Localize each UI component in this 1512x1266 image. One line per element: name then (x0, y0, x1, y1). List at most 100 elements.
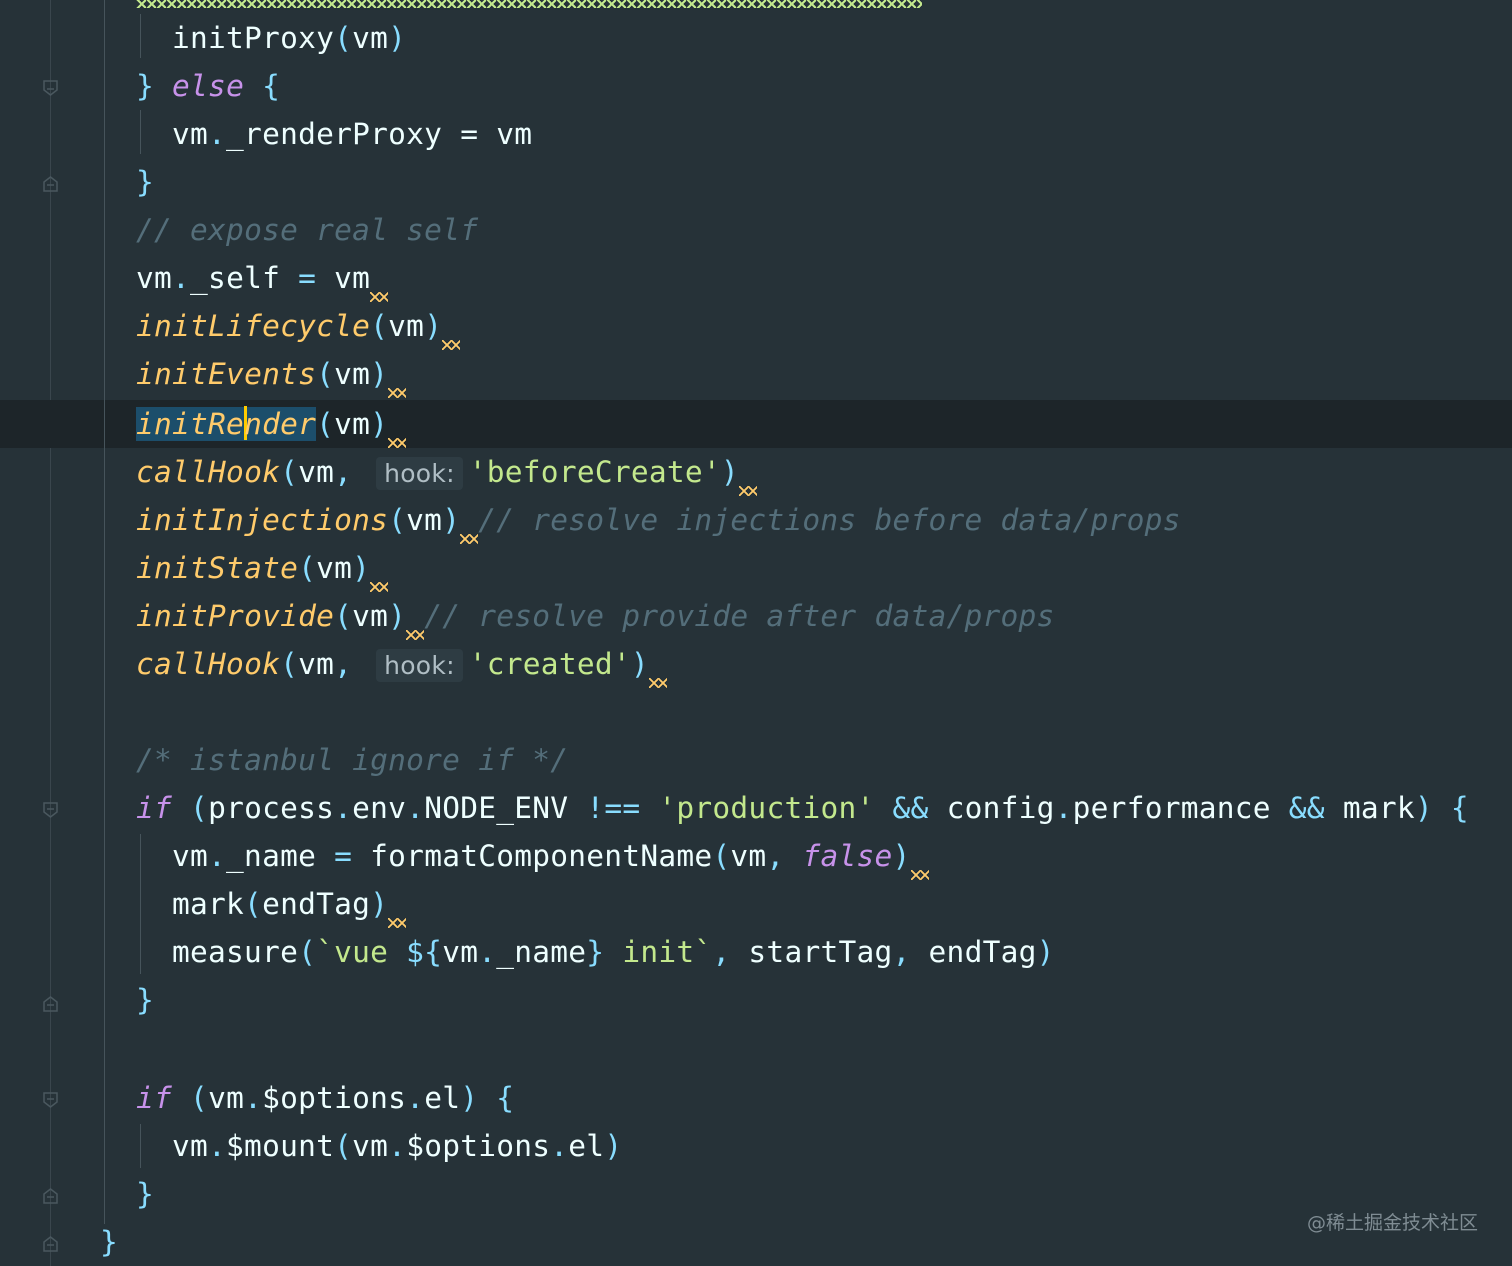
code-token: performance (1072, 791, 1271, 825)
code-token: { (1450, 791, 1469, 825)
code-token: ) (1414, 791, 1433, 825)
code-token: . (550, 1129, 569, 1163)
parameter-hint: hook: (376, 457, 463, 490)
code-token: ( (370, 309, 389, 343)
fold-close-icon[interactable] (43, 176, 58, 192)
code-token: // expose real self (136, 213, 479, 247)
code-token: vm (172, 1129, 209, 1163)
code-token: vm (298, 455, 335, 489)
code-line[interactable]: callHook(vm, hook:'beforeCreate') (136, 448, 757, 496)
code-token: vm (352, 21, 389, 55)
indent-guide (140, 14, 141, 58)
code-line[interactable]: if (vm.$options.el) { (136, 1074, 514, 1122)
code-line[interactable]: vm._self = vm (136, 254, 389, 302)
code-line[interactable]: initProxy(vm) (172, 14, 406, 62)
code-token: ${ (406, 935, 443, 969)
code-token: ( (334, 21, 353, 55)
code-line[interactable]: mark(endTag) (172, 880, 407, 928)
code-line[interactable]: initLifecycle(vm) (136, 302, 461, 350)
fold-close-icon[interactable] (43, 1236, 58, 1252)
warning-squiggle (370, 292, 389, 302)
code-token: ( (298, 551, 317, 585)
code-line[interactable]: initEvents(vm) (136, 350, 407, 398)
code-token: $mount (226, 1129, 335, 1163)
code-token: . (208, 117, 227, 151)
code-line[interactable]: /* istanbul ignore if */ (136, 736, 568, 784)
code-line[interactable]: vm._name = formatComponentName(vm, false… (172, 832, 929, 880)
code-token: vm (172, 839, 209, 873)
fold-open-icon[interactable] (43, 1092, 58, 1108)
warning-squiggle (442, 340, 461, 350)
code-token: ) (630, 647, 649, 681)
code-line[interactable]: initState(vm) (136, 544, 389, 592)
code-token: env (352, 791, 407, 825)
code-line[interactable]: } (100, 1218, 118, 1266)
code-token: el (568, 1129, 605, 1163)
code-line[interactable]: } (136, 1170, 154, 1218)
code-line[interactable]: measure(`vue ${vm._name} init`, startTag… (172, 928, 1055, 976)
warning-squiggle (460, 534, 479, 544)
code-token: _name (226, 839, 317, 873)
warning-squiggle (648, 678, 667, 688)
code-token: config (946, 791, 1055, 825)
code-token: // resolve injections before data/props (478, 503, 1181, 537)
fold-close-icon[interactable] (43, 80, 58, 96)
code-token: } (136, 69, 155, 103)
code-token: measure (172, 935, 299, 969)
code-token: { (262, 69, 281, 103)
code-token: 'beforeCreate' (468, 455, 721, 489)
code-line[interactable]: // expose real self (136, 206, 478, 254)
code-token: ( (280, 455, 299, 489)
code-token: . (1054, 791, 1073, 825)
code-token: vm (334, 407, 371, 441)
watermark: @稀土掘金技术社区 (1306, 1212, 1478, 1234)
code-token: // resolve provide after data/props (424, 599, 1055, 633)
indent-guide (140, 1124, 141, 1168)
code-token: _self (190, 261, 299, 295)
code-line[interactable]: initProvide(vm) // resolve provide after … (136, 592, 1055, 640)
code-token: ) (442, 503, 461, 537)
code-token: vm (172, 117, 209, 151)
code-token: init` (604, 935, 713, 969)
code-token: initProvide (136, 599, 335, 633)
code-line[interactable]: callHook(vm, hook:'created') (136, 640, 667, 688)
code-token: initInjections (136, 503, 389, 537)
code-line[interactable]: if (process.env.NODE_ENV !== 'production… (136, 784, 1469, 832)
code-line[interactable]: vm._renderProxy = vm (172, 110, 532, 158)
code-token: , (712, 935, 731, 969)
fold-open-icon[interactable] (43, 802, 58, 818)
code-token: ( (190, 1081, 209, 1115)
code-editor[interactable]: initProxy(vm) } else { vm._renderProxy =… (0, 0, 1512, 1266)
code-token: ( (316, 407, 335, 441)
code-token: ) (370, 887, 389, 921)
code-token: vm (352, 599, 389, 633)
code-token: , (334, 647, 353, 681)
code-token: initRe (136, 407, 245, 441)
code-token: else (172, 69, 245, 103)
code-token: if (136, 791, 173, 825)
code-line[interactable]: initInjections(vm) // resolve injections … (136, 496, 1181, 544)
code-token: vm (442, 935, 479, 969)
code-token: if (136, 1081, 173, 1115)
code-token: ( (388, 503, 407, 537)
code-token: && (874, 791, 947, 825)
fold-close-icon[interactable] (43, 996, 58, 1012)
code-token: && (1270, 791, 1343, 825)
code-token: vm (136, 261, 173, 295)
selected-identifier: initRender (136, 406, 317, 441)
code-token: _renderProxy (226, 117, 443, 151)
code-line[interactable]: vm.$mount(vm.$options.el) (172, 1122, 622, 1170)
code-token: vm (352, 1129, 389, 1163)
fold-close-icon[interactable] (43, 1188, 58, 1204)
code-line-current[interactable]: initRender(vm) (136, 400, 407, 448)
code-line[interactable]: } (136, 158, 154, 206)
code-line[interactable]: } (136, 976, 154, 1024)
code-token: _name (496, 935, 587, 969)
code-token: endTag (910, 935, 1037, 969)
code-line[interactable]: } else { (136, 62, 280, 110)
